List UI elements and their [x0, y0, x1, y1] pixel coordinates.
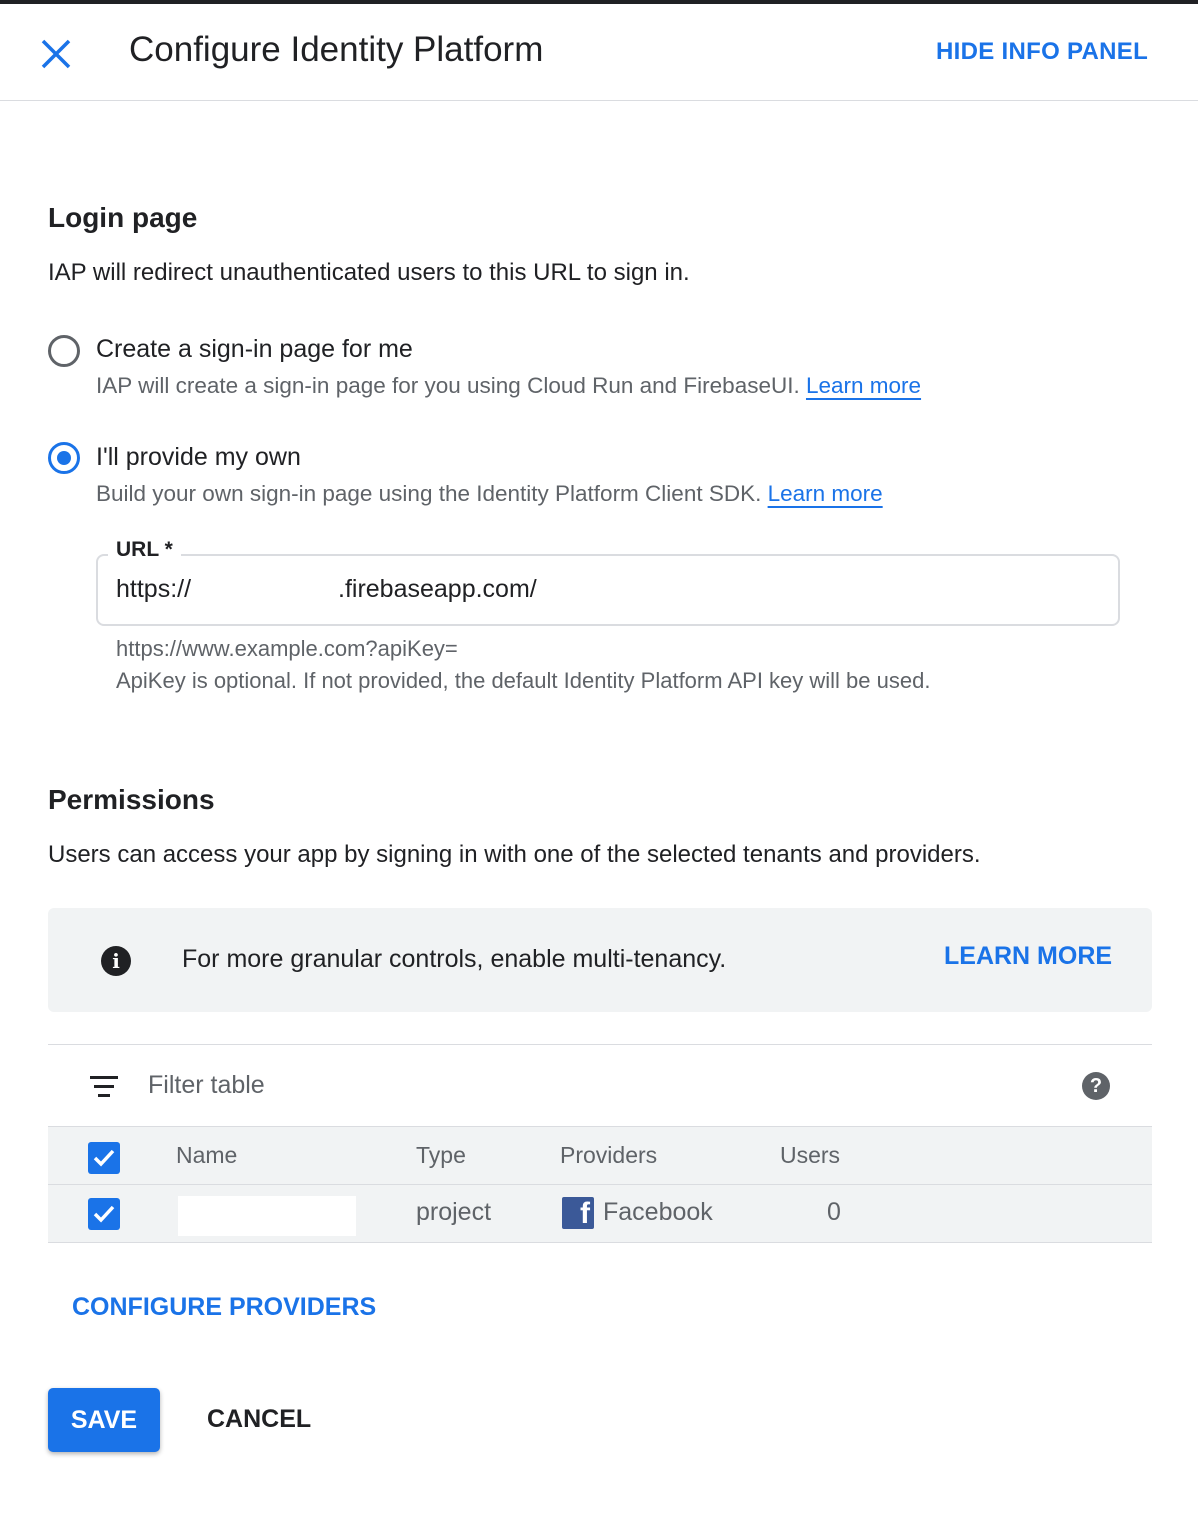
url-field-label: URL *: [108, 538, 181, 562]
row-type-cell: project: [416, 1198, 492, 1226]
row-name-cell: [178, 1196, 356, 1236]
column-header-providers[interactable]: Providers: [560, 1142, 657, 1169]
url-value-suffix: .firebaseapp.com/: [338, 575, 537, 603]
column-header-type[interactable]: Type: [416, 1142, 466, 1169]
panel-header: Configure Identity Platform HIDE INFO PA…: [0, 4, 1198, 101]
row-users-cell: 0: [827, 1198, 841, 1226]
close-icon[interactable]: [36, 34, 76, 74]
learn-more-link-create[interactable]: Learn more: [806, 373, 921, 398]
configure-providers-button[interactable]: CONFIGURE PROVIDERS: [72, 1293, 376, 1322]
permissions-description: Users can access your app by signing in …: [48, 841, 981, 868]
url-hint-example: https://www.example.com?apiKey=: [116, 636, 458, 661]
url-hint-note: ApiKey is optional. If not provided, the…: [116, 668, 931, 693]
radio-provide-own[interactable]: [48, 442, 80, 474]
info-icon: i: [101, 946, 131, 976]
facebook-icon: f: [562, 1197, 594, 1229]
url-input[interactable]: [96, 554, 1120, 626]
save-button[interactable]: SAVE: [48, 1388, 160, 1452]
row-provider-cell: Facebook: [603, 1198, 713, 1226]
filter-table-input[interactable]: Filter table: [148, 1071, 265, 1100]
hide-info-panel-button[interactable]: HIDE INFO PANEL: [936, 38, 1148, 66]
url-value-prefix: https://: [116, 575, 192, 603]
select-all-checkbox[interactable]: [88, 1142, 120, 1174]
column-header-name[interactable]: Name: [176, 1142, 237, 1169]
learn-more-link-own[interactable]: Learn more: [768, 481, 883, 506]
table-divider: [48, 1044, 1152, 1045]
learn-more-button[interactable]: LEARN MORE: [944, 942, 1112, 971]
cancel-button[interactable]: CANCEL: [207, 1405, 311, 1434]
option-create-label: Create a sign-in page for me: [96, 335, 413, 363]
permissions-heading: Permissions: [48, 784, 215, 815]
page-title: Configure Identity Platform: [129, 30, 544, 69]
option-own-label: I'll provide my own: [96, 443, 301, 471]
option-create-description: IAP will create a sign-in page for you u…: [96, 373, 921, 399]
radio-create-sign-in-page[interactable]: [48, 335, 80, 367]
banner-text: For more granular controls, enable multi…: [182, 945, 727, 973]
help-icon[interactable]: ?: [1082, 1072, 1110, 1100]
filter-icon[interactable]: [90, 1076, 118, 1098]
login-page-heading: Login page: [48, 202, 198, 233]
option-own-description: Build your own sign-in page using the Id…: [96, 481, 883, 507]
column-header-users[interactable]: Users: [780, 1142, 840, 1169]
option-create-description-text: IAP will create a sign-in page for you u…: [96, 373, 800, 398]
option-own-description-text: Build your own sign-in page using the Id…: [96, 481, 762, 506]
login-page-description: IAP will redirect unauthenticated users …: [48, 259, 690, 286]
row-checkbox[interactable]: [88, 1198, 120, 1230]
